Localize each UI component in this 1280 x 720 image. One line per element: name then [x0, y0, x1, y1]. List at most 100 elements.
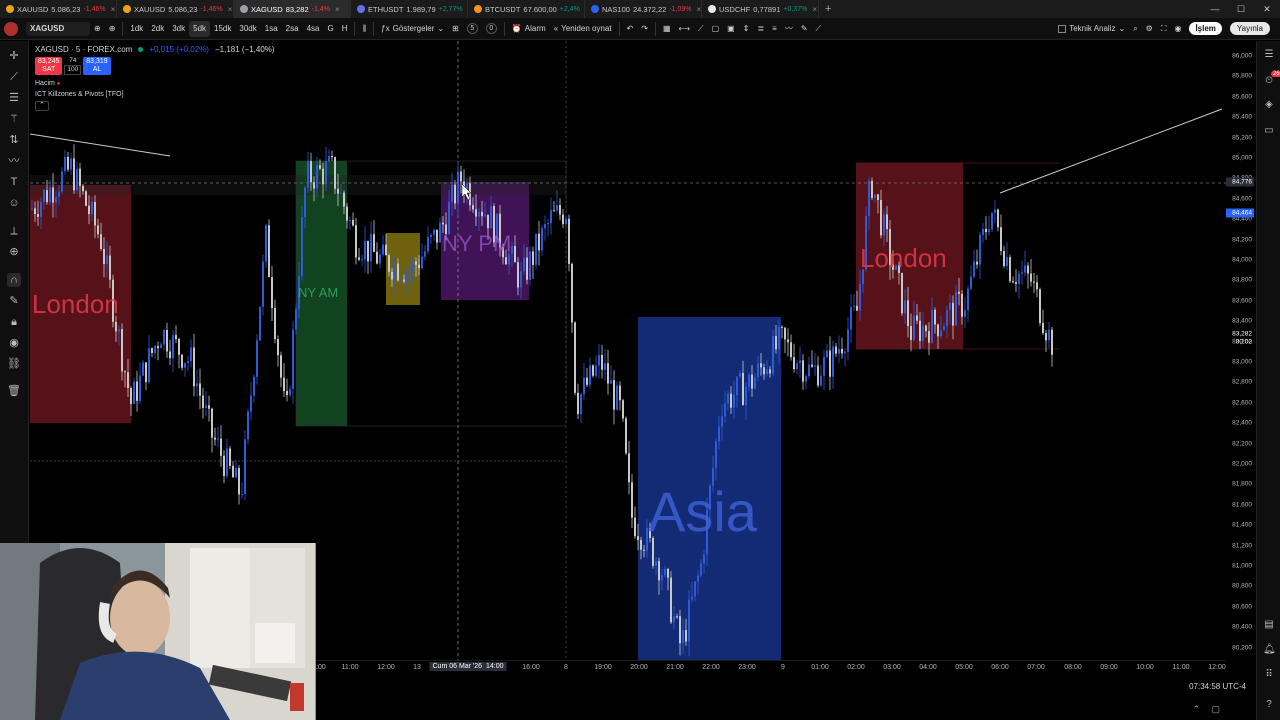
browser-tab[interactable]: ETHUSDT1.989,79+2,77%× — [351, 0, 468, 18]
interval-5dk[interactable]: 5dk — [189, 20, 211, 37]
ruler-icon[interactable]: ⟂ — [7, 224, 21, 238]
ray-tool-icon[interactable]: ⟋ — [812, 18, 826, 40]
buy-button[interactable]: 83,319 AL — [83, 57, 111, 75]
indicators-button[interactable]: ƒx Göstergeler ⌄ — [377, 18, 448, 40]
interval-2sa[interactable]: 2sa — [282, 18, 303, 40]
browser-tab[interactable]: NAS100 24.372,22 -1,09% × — [585, 0, 702, 18]
zoom-icon[interactable]: ⊕ — [7, 245, 21, 259]
eye-icon[interactable]: ◉ — [7, 336, 21, 350]
settings-gear-icon[interactable]: ⚙ — [1142, 18, 1157, 40]
sell-button[interactable]: 83,245 SAT — [35, 57, 63, 75]
horizontal-line-icon[interactable]: ⟷ — [675, 18, 694, 40]
candle-body — [526, 257, 528, 280]
maximize-icon[interactable]: ☐ — [1228, 0, 1254, 18]
time-tick-label: 07:00 — [1027, 664, 1045, 671]
link-icon[interactable]: ⛓ — [7, 357, 21, 371]
chat-icon[interactable]: ▭ — [1263, 125, 1275, 137]
volume-indicator[interactable]: Hacim ● — [35, 80, 275, 87]
interval-3dk[interactable]: 3dk — [168, 18, 189, 40]
browser-tab[interactable]: BTCUSDT67.600,00+2,4%× — [468, 0, 585, 18]
grid-layout-icon[interactable]: ▦ — [659, 18, 675, 40]
tab-price: 1.989,79 — [406, 4, 436, 14]
buy-label: AL — [92, 66, 102, 73]
undo-icon[interactable]: ↶ — [623, 18, 638, 40]
interval-30dk[interactable]: 30dk — [235, 18, 260, 40]
close-tab-icon[interactable]: × — [697, 5, 702, 14]
interval-1dk[interactable]: 1dk — [126, 18, 147, 40]
symbol-search-input[interactable]: XAGUSD — [26, 21, 90, 36]
position-tool-icon[interactable]: ▣ — [723, 18, 739, 40]
browser-tab[interactable]: XAUUSD 5.086,23 -1,46% × — [0, 0, 117, 18]
utc-clock[interactable]: 07:34:58 UTC-4 — [1189, 682, 1246, 691]
browser-tab[interactable]: XAGUSD 83,282 -1,4% × — [234, 0, 351, 18]
price-tick-label: 83,800 — [1232, 276, 1252, 284]
candle-body — [184, 362, 186, 368]
close-tab-icon[interactable]: × — [335, 5, 340, 14]
volume-label: Hacim — [35, 80, 55, 87]
killzones-indicator[interactable]: ICT Killzones & Pivots [TFO] — [35, 91, 275, 98]
vertical-line-icon[interactable]: ⇕ — [739, 18, 754, 40]
watchlist-icon[interactable]: ☰ — [1263, 49, 1275, 61]
close-tab-icon[interactable]: × — [111, 5, 116, 14]
candle-body — [295, 308, 297, 330]
interval-2dk[interactable]: 2dk — [147, 18, 168, 40]
brush-icon[interactable]: 〰 — [7, 154, 21, 168]
trash-icon[interactable]: 🗑︎ — [7, 384, 21, 398]
alarm-button[interactable]: ⏰ Alarm — [508, 18, 550, 40]
redo-icon[interactable]: ↷ — [637, 18, 652, 40]
close-tab-icon[interactable]: × — [228, 5, 233, 14]
trade-button[interactable]: İşlem — [1185, 18, 1225, 40]
price-tick-label: 82,600 — [1232, 399, 1252, 407]
trend-line-icon[interactable]: ⟋ — [7, 70, 21, 84]
pattern-icon[interactable]: ⚚ — [7, 112, 21, 126]
new-tab-button[interactable]: + — [819, 3, 837, 15]
prediction-icon[interactable]: ⇅ — [7, 133, 21, 147]
price-axis[interactable]: 86,00085,80085,60085,40085,20085,00084,8… — [1226, 41, 1256, 660]
emoji-icon[interactable]: ☺ — [7, 196, 21, 210]
templates-icon[interactable]: ⊞ — [448, 18, 463, 40]
collapse-legend-button[interactable]: ⌃ — [35, 101, 49, 111]
trend-line-icon[interactable]: ⟋ — [694, 18, 708, 40]
text-icon[interactable]: T — [7, 175, 21, 189]
maximize-panel-icon[interactable]: ▢ — [1211, 704, 1220, 715]
compare-icon[interactable]: ⊕ — [90, 18, 105, 40]
collapse-panel-icon[interactable]: ⌃ — [1192, 704, 1200, 715]
analysis-dropdown[interactable]: Teknik Analiz ⌄ — [1054, 18, 1129, 40]
magnet-icon[interactable]: ∩ — [7, 273, 21, 287]
fib-tool-icon[interactable]: ≣ — [753, 18, 768, 40]
search-icon[interactable]: ⌕ — [1129, 18, 1141, 40]
crosshair-icon[interactable]: ✛ — [7, 49, 21, 63]
minimize-icon[interactable]: — — [1202, 0, 1228, 18]
fullscreen-icon[interactable]: ⛶ — [1157, 18, 1171, 40]
apps-grid-icon[interactable]: ⠿ — [1263, 669, 1275, 681]
browser-tab[interactable]: USDCHF 0,77891 +0,37% × — [702, 0, 819, 18]
add-symbol-icon[interactable]: ⊕ — [105, 18, 120, 40]
path-tool-icon[interactable]: 〰 — [781, 18, 797, 40]
interval-4sa[interactable]: 4sa — [303, 18, 324, 40]
rectangle-tool-icon[interactable]: ▢ — [708, 18, 724, 40]
fib-icon[interactable]: ☰ — [7, 91, 21, 105]
brush-icon[interactable]: ✎ — [797, 18, 812, 40]
close-tab-icon[interactable]: × — [812, 5, 817, 14]
candle-body — [511, 246, 513, 254]
avatar[interactable] — [0, 18, 22, 40]
interval-G[interactable]: G — [323, 18, 337, 40]
parallel-channel-icon[interactable]: ≡ — [768, 18, 781, 40]
replay-button[interactable]: «Yeniden oynat — [550, 18, 616, 40]
lock-icon[interactable]: 🔒︎ — [7, 315, 21, 329]
calendar-icon[interactable]: ▤ — [1263, 619, 1275, 631]
bell-icon[interactable]: 🔔︎ — [1263, 644, 1276, 656]
interval-1sa[interactable]: 1sa — [261, 18, 282, 40]
camera-icon[interactable]: ◉ — [1170, 18, 1185, 40]
interval-15dk[interactable]: 15dk — [210, 18, 235, 40]
candle-body — [70, 158, 72, 170]
draw-mode-icon[interactable]: ✎ — [7, 294, 21, 308]
close-window-icon[interactable]: ✕ — [1254, 0, 1280, 18]
lot-input[interactable]: 100 — [64, 65, 82, 75]
chart-type-icon[interactable]: ⫼ — [358, 18, 370, 40]
browser-tab[interactable]: XAUUSD 5.086,23 -1,46% × — [117, 0, 234, 18]
publish-button[interactable]: Yayınla — [1226, 18, 1280, 40]
interval-H[interactable]: H — [338, 18, 352, 40]
layers-icon[interactable]: ◈ — [1263, 99, 1275, 111]
help-icon[interactable]: ? — [1263, 699, 1275, 711]
